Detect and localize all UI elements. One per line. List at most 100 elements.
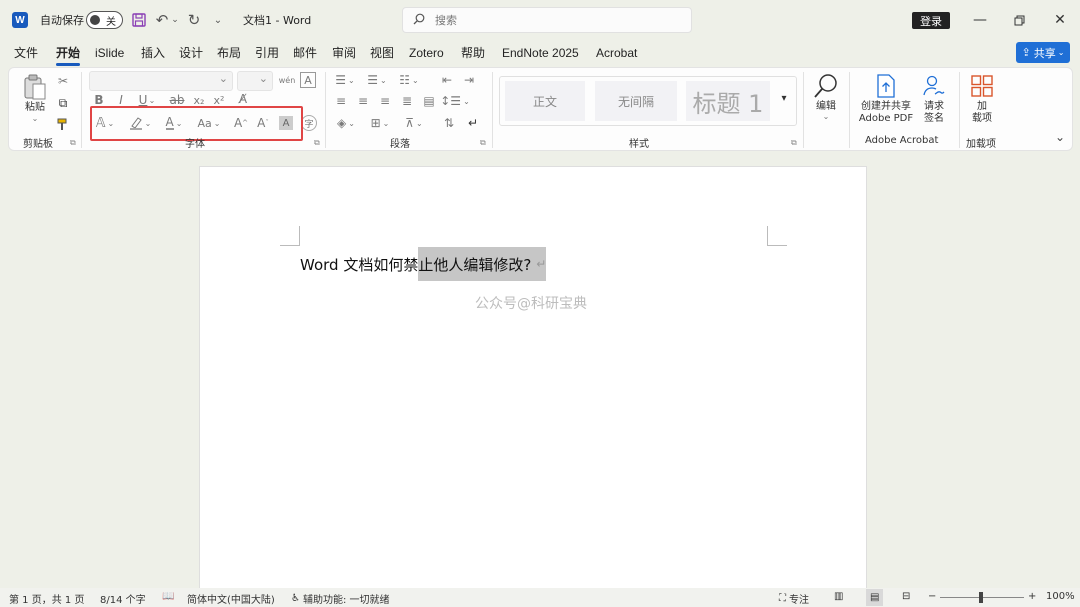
request-signature-icon[interactable] [921, 73, 947, 99]
tab-design[interactable]: 设计 [179, 42, 203, 64]
document-paragraph[interactable]: Word 文档如何禁 止他人编辑修改? ↵ [300, 247, 547, 281]
font-launcher-icon[interactable]: ⧉ [314, 138, 320, 148]
tab-layout[interactable]: 布局 [217, 42, 241, 64]
tab-file[interactable]: 文件 [14, 42, 38, 64]
bullets-icon[interactable]: ☰ ⌄ [333, 72, 357, 88]
tab-review[interactable]: 审阅 [332, 42, 356, 64]
align-right-icon[interactable]: ≡ [377, 93, 393, 109]
read-mode-icon[interactable]: ▥ [834, 591, 843, 602]
create-pdf-icon[interactable] [875, 73, 897, 99]
paragraph-launcher-icon[interactable]: ⧉ [480, 138, 486, 148]
tab-help[interactable]: 帮助 [461, 42, 485, 64]
zoom-in-icon[interactable]: + [1028, 591, 1036, 602]
tab-insert[interactable]: 插入 [141, 42, 165, 64]
paste-icon[interactable] [23, 73, 47, 101]
paste-label[interactable]: 粘贴 [23, 102, 47, 114]
undo-icon[interactable]: ↶ [153, 10, 171, 30]
subscript-icon[interactable]: x₂ [193, 93, 205, 107]
focus-label: 专注 [789, 595, 809, 606]
align-center-icon[interactable]: ≡ [355, 93, 371, 109]
copy-icon[interactable]: ⧉ [56, 95, 70, 111]
minimize-icon[interactable]: — [965, 8, 995, 32]
tab-home[interactable]: 开始 [56, 42, 81, 66]
redo-icon[interactable]: ↻ [185, 10, 203, 30]
tab-mailings[interactable]: 邮件 [293, 42, 317, 64]
tab-endnote[interactable]: EndNote 2025 [502, 42, 579, 64]
tab-references[interactable]: 引用 [255, 42, 279, 64]
create-pdf-label-2[interactable]: Adobe PDF [853, 113, 919, 125]
zoom-out-icon[interactable]: − [928, 591, 936, 602]
style-heading-1[interactable]: 标题 1 [686, 81, 770, 121]
increase-indent-icon[interactable]: ⇥ [461, 72, 477, 88]
font-name-combo[interactable] [89, 71, 233, 91]
underline-dropdown-icon[interactable]: ⌄ [148, 93, 156, 107]
document-page[interactable]: Word 文档如何禁 止他人编辑修改? ↵ 公众号@科研宝典 [199, 166, 867, 596]
numbering-icon[interactable]: ☰ ⌄ [365, 72, 389, 88]
paste-dropdown-icon[interactable]: ⌄ [29, 114, 41, 123]
request-signature-label-1[interactable]: 请求 [916, 101, 952, 113]
share-dropdown-icon: ⌄ [1057, 48, 1065, 57]
sort-icon[interactable]: ⇅ [441, 115, 457, 131]
decrease-indent-icon[interactable]: ⇤ [439, 72, 455, 88]
editing-search-icon[interactable] [811, 71, 841, 101]
clear-formatting-icon[interactable]: A̸ [235, 91, 251, 107]
request-signature-label-2[interactable]: 签名 [916, 113, 952, 125]
distributed-icon[interactable]: ▤ [421, 93, 437, 109]
superscript-icon[interactable]: x² [213, 93, 225, 107]
print-layout-icon[interactable]: ▤ [866, 589, 884, 606]
save-icon[interactable] [130, 10, 148, 30]
word-count[interactable]: 8/14 个字 [100, 591, 146, 606]
login-button[interactable]: 登录 [912, 12, 950, 29]
autosave-toggle[interactable]: 关 [86, 11, 123, 29]
format-painter-icon[interactable] [56, 116, 70, 132]
share-icon: ⇪ [1021, 46, 1031, 59]
style-no-spacing[interactable]: 无间隔 [595, 81, 677, 121]
addins-label-1[interactable]: 加 [967, 101, 997, 113]
char-border-icon[interactable]: A [300, 72, 316, 88]
close-icon[interactable]: ✕ [1045, 8, 1075, 32]
undo-dropdown-icon[interactable]: ⌄ [170, 10, 180, 30]
shading-icon[interactable]: ◈ ⌄ [333, 115, 359, 131]
focus-mode-button[interactable]: ⛶ 专注 [779, 591, 809, 606]
style-normal[interactable]: 正文 [505, 81, 585, 121]
editing-dropdown-icon[interactable]: ⌄ [820, 112, 832, 121]
language-indicator[interactable]: 简体中文(中国大陆) [187, 591, 275, 606]
web-layout-icon[interactable]: ⊟ [902, 591, 910, 602]
justify-icon[interactable]: ≣ [399, 93, 415, 109]
accessibility-status[interactable]: ♿ 辅助功能: 一切就绪 [291, 591, 390, 606]
proofing-icon[interactable]: 📖 [162, 591, 174, 602]
enclose-chars-icon[interactable]: 字 [301, 115, 317, 131]
phonetic-guide-icon[interactable]: wén [279, 72, 296, 88]
page-count[interactable]: 第 1 页，共 1 页 [9, 591, 84, 606]
styles-more-icon[interactable]: ▾ [777, 90, 791, 106]
collapse-ribbon-icon[interactable]: ⌄ [1053, 130, 1067, 144]
multilevel-list-icon[interactable]: ☷ ⌄ [397, 72, 421, 88]
zoom-slider-thumb[interactable] [979, 592, 983, 603]
font-size-combo[interactable] [237, 71, 273, 91]
addins-icon[interactable] [970, 73, 994, 99]
borders-icon[interactable]: ⊞ ⌄ [367, 115, 393, 131]
tab-acrobat[interactable]: Acrobat [596, 42, 637, 64]
font-group-label: 字体 [185, 139, 205, 150]
clipboard-launcher-icon[interactable]: ⧉ [70, 138, 76, 148]
share-button[interactable]: ⇪ 共享 ⌄ [1016, 42, 1070, 63]
show-paragraph-marks-icon[interactable]: ↵ [465, 115, 481, 131]
search-input[interactable]: 搜索 [402, 7, 692, 33]
tab-view[interactable]: 视图 [370, 42, 394, 64]
strikethrough-icon[interactable]: ab [170, 93, 185, 107]
align-left-icon[interactable]: ≡ [333, 93, 349, 109]
addins-label-2[interactable]: 载项 [967, 113, 997, 125]
bold-icon[interactable]: B [93, 93, 105, 107]
zoom-level[interactable]: 100% [1046, 591, 1075, 602]
cut-icon[interactable]: ✂ [56, 73, 70, 89]
tab-islide[interactable]: iSlide [95, 42, 124, 64]
line-spacing-icon[interactable]: ↕☰ ⌄ [440, 93, 470, 109]
customize-toolbar-icon[interactable]: ⌄ [212, 10, 224, 30]
restore-icon[interactable] [1004, 8, 1034, 32]
chinese-layout-icon[interactable]: ⊼ ⌄ [401, 115, 427, 131]
tab-zotero[interactable]: Zotero [409, 42, 444, 64]
styles-launcher-icon[interactable]: ⧉ [791, 138, 797, 148]
crop-mark-top-left [280, 226, 300, 246]
create-pdf-label-1[interactable]: 创建并共享 [853, 101, 919, 113]
italic-icon[interactable]: I [115, 93, 127, 107]
